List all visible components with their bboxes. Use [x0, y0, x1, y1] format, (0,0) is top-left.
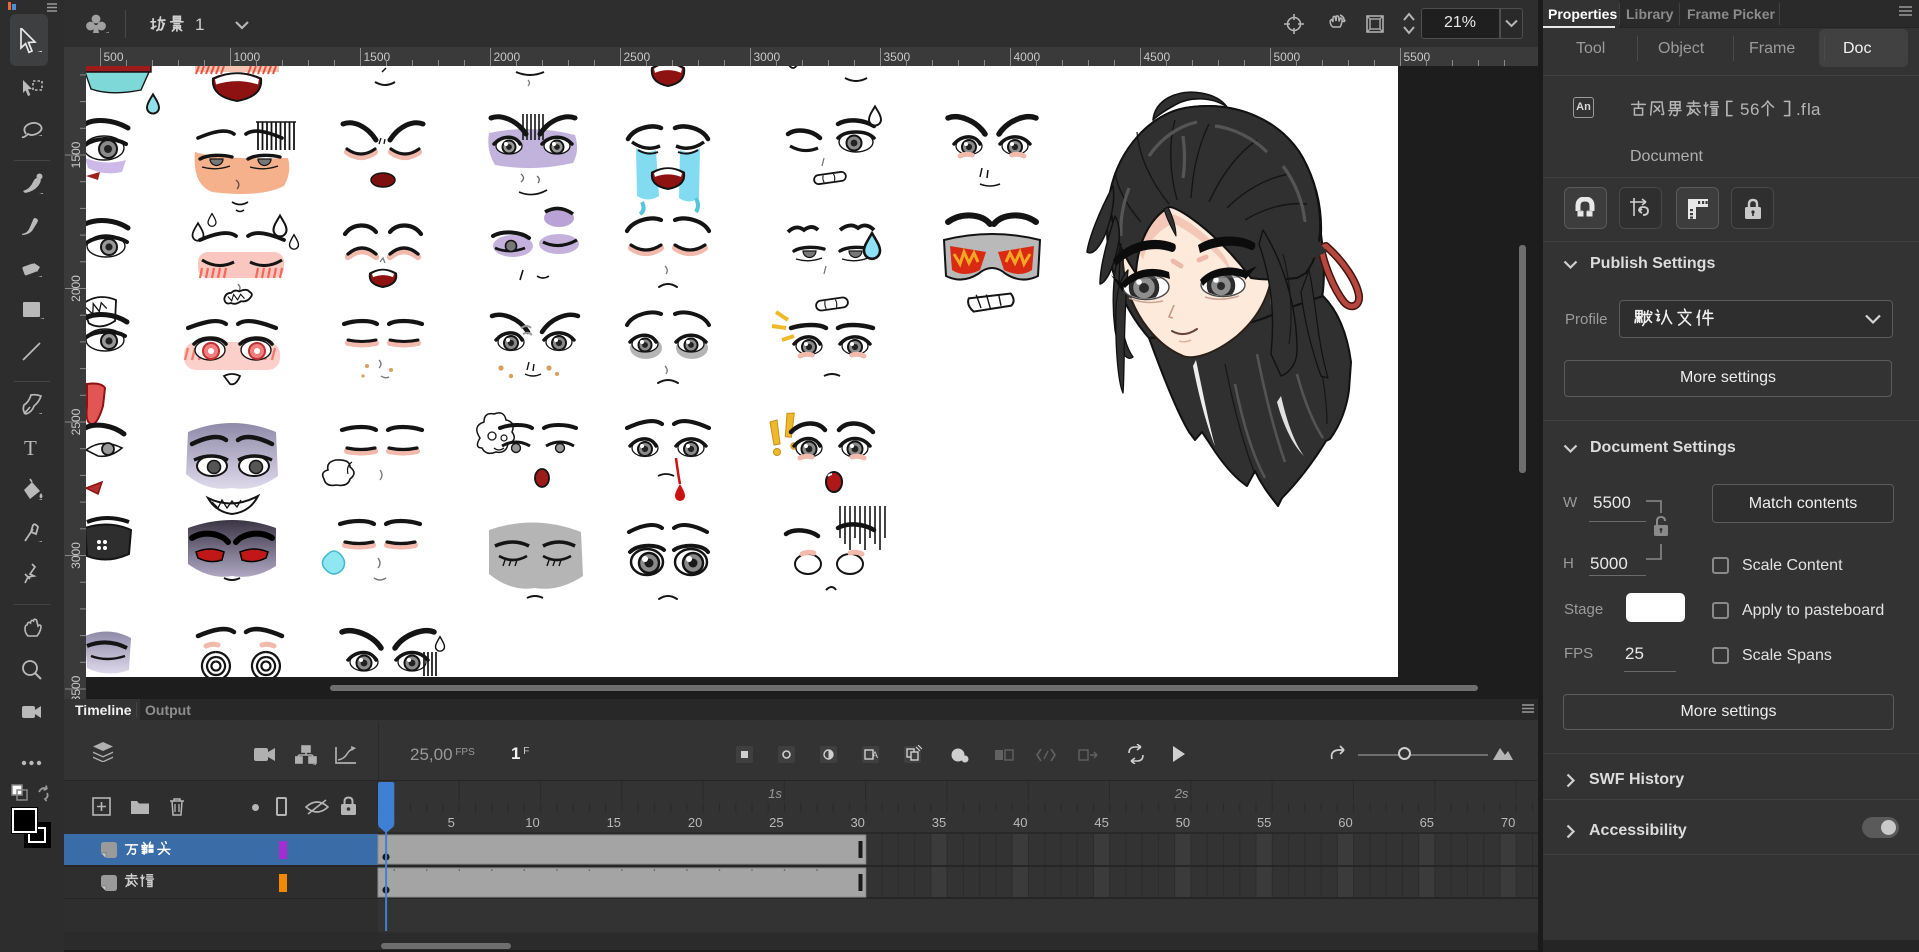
svg-text:3500: 3500	[69, 675, 83, 700]
svg-text:500: 500	[104, 50, 124, 64]
svg-text:T: T	[24, 436, 37, 460]
svg-text:f: f	[1801, 100, 1806, 119]
svg-text:6: 6	[1750, 100, 1759, 119]
svg-text:1: 1	[195, 15, 204, 34]
svg-text:A: A	[872, 750, 878, 760]
svg-text:5: 5	[1740, 100, 1749, 119]
svg-text:a: a	[1811, 100, 1821, 119]
